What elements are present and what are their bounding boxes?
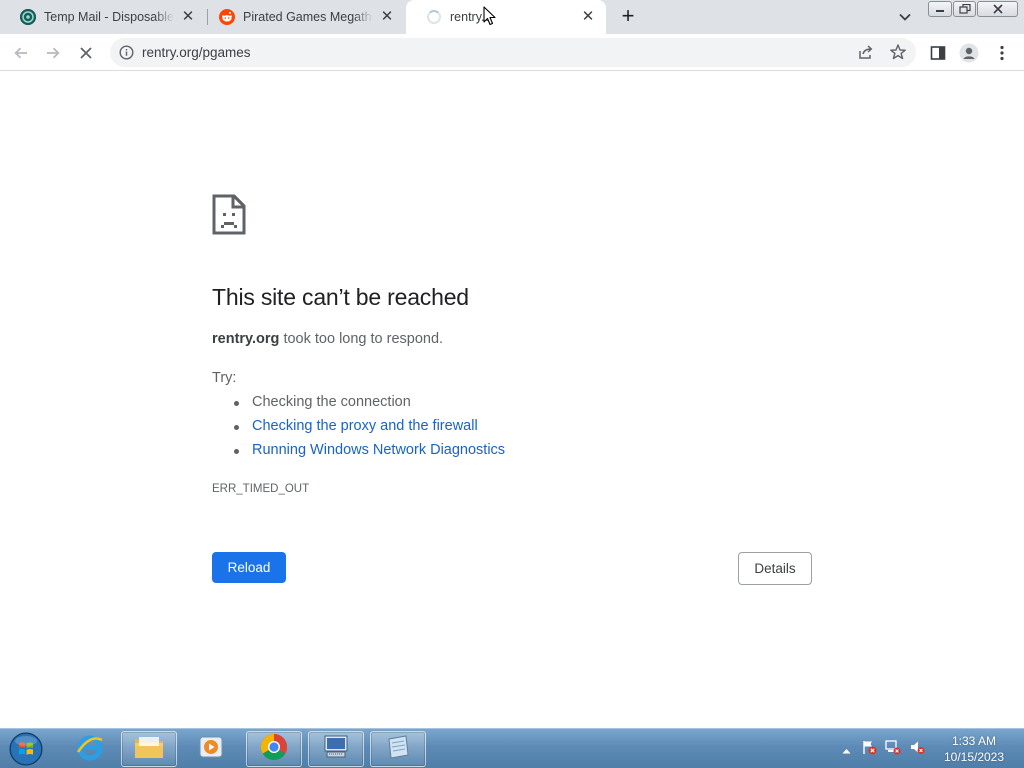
try-label: Try: xyxy=(212,370,237,386)
taskbar-network-app[interactable] xyxy=(308,731,364,767)
tab-temp-mail[interactable]: Temp Mail - Disposable Te ✕ xyxy=(0,0,206,34)
tempmail-icon xyxy=(20,9,36,25)
windows-taskbar: 1:33 AM 10/15/2023 xyxy=(0,728,1024,768)
new-tab-button[interactable]: + xyxy=(618,5,638,27)
show-hidden-icons-arrow[interactable] xyxy=(842,741,851,759)
taskbar-chrome[interactable] xyxy=(246,731,302,767)
reload-button[interactable]: Reload xyxy=(212,552,286,583)
bookmark-star-icon[interactable] xyxy=(888,42,908,62)
error-host: rentry.org xyxy=(212,331,280,347)
close-window-button[interactable] xyxy=(977,1,1018,17)
stop-loading-button[interactable] xyxy=(76,43,96,63)
tab-reddit[interactable]: Pirated Games Megathre ✕ xyxy=(199,0,405,34)
menu-kebab-icon[interactable] xyxy=(992,43,1012,63)
close-tab-icon[interactable]: ✕ xyxy=(379,9,395,25)
loading-spinner-icon xyxy=(426,9,442,25)
error-description-text: took too long to respond. xyxy=(279,331,444,347)
error-code: ERR_TIMED_OUT xyxy=(212,483,310,495)
suggestion-check-proxy-link[interactable]: Checking the proxy and the firewall xyxy=(234,418,505,442)
close-tab-icon[interactable]: ✕ xyxy=(580,9,596,25)
suggestion-check-connection: Checking the connection xyxy=(234,394,505,418)
share-icon[interactable] xyxy=(856,42,876,62)
tab-strip: Temp Mail - Disposable Te ✕ Pirated Game… xyxy=(0,0,1024,34)
system-tray xyxy=(842,729,925,768)
sad-page-icon xyxy=(212,194,246,235)
tab-title: Temp Mail - Disposable Te xyxy=(44,10,174,24)
taskbar-file-explorer[interactable] xyxy=(121,731,177,767)
reddit-icon xyxy=(219,9,235,25)
network-status-icon[interactable] xyxy=(885,739,901,760)
error-description: rentry.org took too long to respond. xyxy=(212,331,443,347)
profile-avatar-icon[interactable] xyxy=(959,43,979,63)
clock-time: 1:33 AM xyxy=(951,734,997,748)
close-tab-icon[interactable]: ✕ xyxy=(180,9,196,25)
system-clock[interactable]: 1:33 AM 10/15/2023 xyxy=(936,733,1012,765)
action-center-flag-icon[interactable] xyxy=(861,739,877,760)
notepad-icon xyxy=(384,733,412,766)
back-button[interactable] xyxy=(11,43,31,63)
start-button[interactable] xyxy=(7,731,45,767)
browser-toolbar: rentry.org/pgames xyxy=(0,34,1024,71)
taskbar-media-player[interactable] xyxy=(183,731,239,767)
taskbar-notepad-app[interactable] xyxy=(370,731,426,767)
folder-icon xyxy=(133,733,165,766)
media-player-icon xyxy=(197,733,225,766)
address-bar[interactable]: rentry.org/pgames xyxy=(110,38,916,67)
address-text: rentry.org/pgames xyxy=(142,45,251,60)
network-computer-icon xyxy=(321,733,351,766)
volume-muted-icon[interactable] xyxy=(909,739,925,760)
side-panel-icon[interactable] xyxy=(928,43,948,63)
error-title: This site can’t be reached xyxy=(212,284,469,310)
clock-date: 10/15/2023 xyxy=(943,750,1005,764)
suggestions-list: Checking the connection Checking the pro… xyxy=(234,394,505,466)
taskbar-internet-explorer[interactable] xyxy=(62,731,118,767)
tab-title: Pirated Games Megathre xyxy=(243,10,373,24)
mouse-cursor-icon xyxy=(483,6,497,26)
tab-rentry[interactable]: rentry.o ✕ xyxy=(406,0,606,34)
restore-button[interactable] xyxy=(953,1,976,17)
forward-button[interactable] xyxy=(43,43,63,63)
suggestion-network-diagnostics-link[interactable]: Running Windows Network Diagnostics xyxy=(234,442,505,466)
minimize-button[interactable] xyxy=(928,1,952,17)
details-button[interactable]: Details xyxy=(738,552,812,585)
internet-explorer-icon xyxy=(75,732,105,767)
tab-search-chevron-icon[interactable] xyxy=(896,8,914,26)
chrome-icon xyxy=(259,732,289,767)
tab-title: rentry.o xyxy=(450,10,492,24)
site-info-icon[interactable] xyxy=(119,45,134,60)
